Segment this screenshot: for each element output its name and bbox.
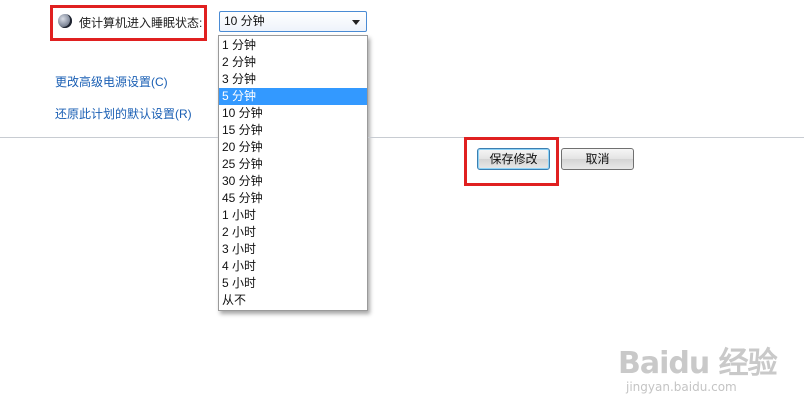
watermark-url: jingyan.baidu.com [626, 380, 737, 394]
cancel-button[interactable]: 取消 [561, 148, 634, 170]
dropdown-option[interactable]: 4 小时 [219, 258, 367, 275]
sleep-label: 使计算机进入睡眠状态: [79, 16, 203, 30]
dropdown-option[interactable]: 5 分钟 [219, 88, 367, 105]
sleep-time-selected-value: 10 分钟 [224, 14, 265, 28]
separator-left [0, 137, 218, 138]
dropdown-option[interactable]: 25 分钟 [219, 156, 367, 173]
sleep-time-select[interactable]: 10 分钟 [219, 11, 367, 32]
save-changes-button[interactable]: 保存修改 [477, 148, 550, 170]
dropdown-option[interactable]: 2 分钟 [219, 54, 367, 71]
dropdown-option[interactable]: 30 分钟 [219, 173, 367, 190]
dropdown-option[interactable]: 15 分钟 [219, 122, 367, 139]
baidu-jingyan-watermark-logo: Baidu 经验 [618, 338, 778, 382]
dropdown-option[interactable]: 1 分钟 [219, 37, 367, 54]
watermark-logo-text: Baidu 经验 [618, 346, 778, 381]
separator-right [368, 137, 804, 138]
dropdown-option[interactable]: 从不 [219, 292, 367, 309]
dropdown-option[interactable]: 3 小时 [219, 241, 367, 258]
sleep-moon-icon [58, 14, 72, 28]
dropdown-option[interactable]: 3 分钟 [219, 71, 367, 88]
advanced-power-settings-link[interactable]: 更改高级电源设置(C) [55, 73, 168, 90]
dropdown-option[interactable]: 2 小时 [219, 224, 367, 241]
sleep-time-dropdown-list[interactable]: 1 分钟 2 分钟 3 分钟 5 分钟 10 分钟 15 分钟 20 分钟 25 分钟 30 分… [218, 35, 368, 311]
dropdown-option[interactable]: 10 分钟 [219, 105, 367, 122]
dropdown-option[interactable]: 1 小时 [219, 207, 367, 224]
dropdown-option[interactable]: 20 分钟 [219, 139, 367, 156]
chevron-down-icon [352, 20, 360, 25]
restore-defaults-link[interactable]: 还原此计划的默认设置(R) [55, 105, 192, 122]
dropdown-option[interactable]: 45 分钟 [219, 190, 367, 207]
dropdown-option[interactable]: 5 小时 [219, 275, 367, 292]
